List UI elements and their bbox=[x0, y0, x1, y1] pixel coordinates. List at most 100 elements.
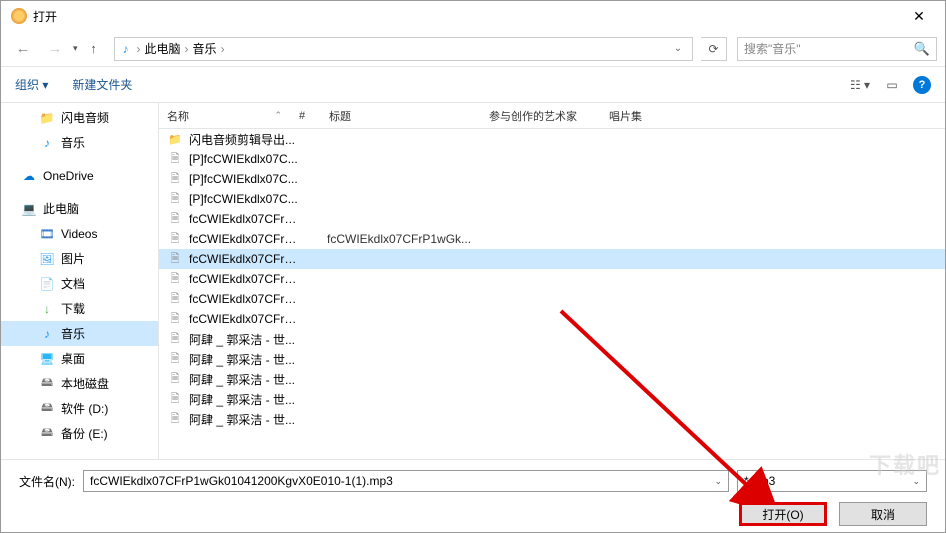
chevron-right-icon: › bbox=[133, 42, 145, 56]
tree-label: 文档 bbox=[61, 275, 85, 292]
organize-button[interactable]: 组织 ▾ bbox=[15, 76, 48, 93]
file-row[interactable]: 🗎 阿肆 _ 郭采洁 - 世... bbox=[159, 329, 945, 349]
tree-label: 音乐 bbox=[61, 325, 85, 342]
tree-label: 此电脑 bbox=[43, 200, 79, 217]
col-title[interactable]: 标题 bbox=[321, 103, 481, 128]
filename-label: 文件名(N): bbox=[19, 473, 75, 490]
col-name[interactable]: 名称⌃ bbox=[159, 103, 291, 128]
newfolder-button[interactable]: 新建文件夹 bbox=[72, 76, 132, 93]
refresh-button[interactable]: ⟳ bbox=[701, 37, 727, 61]
file-name: fcCWIEkdlx07CFrP... bbox=[189, 212, 299, 226]
cancel-button[interactable]: 取消 bbox=[839, 502, 927, 526]
tree-item[interactable]: 🖥 桌面 bbox=[1, 346, 158, 371]
file-name: [P]fcCWIEkdlx07C... bbox=[189, 192, 299, 206]
file-icon: 🗎 bbox=[167, 192, 183, 206]
view-options-icon[interactable]: ☷ ▾ bbox=[849, 75, 871, 95]
column-headers: 名称⌃ # 标题 参与创作的艺术家 唱片集 bbox=[159, 103, 945, 129]
tree-label: Videos bbox=[61, 227, 97, 241]
file-row[interactable]: 🗎fcCWIEkdlx07CFrP... bbox=[159, 249, 945, 269]
tree-label: 闪电音频 bbox=[61, 109, 109, 126]
file-icon: 🗎 bbox=[167, 412, 183, 426]
forward-button[interactable]: → bbox=[41, 36, 69, 62]
close-button[interactable]: ✕ bbox=[897, 2, 941, 30]
file-list: 名称⌃ # 标题 参与创作的艺术家 唱片集 📁 闪电音频剪辑导出... 🗎 [P]fc… bbox=[158, 103, 945, 459]
filetype-filter[interactable]: *.mp3 ⌄ bbox=[737, 470, 927, 492]
file-name: 阿肆 _ 郭采洁 - 世... bbox=[189, 371, 299, 388]
file-row[interactable]: 🗎fcCWIEkdlx07CFrP... bbox=[159, 209, 945, 229]
search-icon[interactable]: 🔍 bbox=[914, 41, 930, 57]
file-name: 阿肆 _ 郭采洁 - 世... bbox=[189, 331, 299, 348]
file-row[interactable]: 🗎[P]fcCWIEkdlx07C... bbox=[159, 149, 945, 169]
video-icon: 🎞 bbox=[39, 227, 55, 241]
tree-label: 图片 bbox=[61, 250, 85, 267]
tree-item[interactable]: ☁OneDrive bbox=[1, 163, 158, 188]
file-row[interactable]: 🗎fcCWIEkdlx07CFrP... bbox=[159, 269, 945, 289]
open-button[interactable]: 打开(O) bbox=[739, 502, 827, 526]
tree-label: 桌面 bbox=[61, 350, 85, 367]
tree-label: 软件 (D:) bbox=[61, 400, 108, 417]
breadcrumb-dropdown-icon[interactable]: ⌄ bbox=[668, 38, 688, 60]
file-name: [P]fcCWIEkdlx07C... bbox=[189, 172, 299, 186]
file-row[interactable]: 🗎阿肆 _ 郭采洁 - 世... bbox=[159, 369, 945, 389]
preview-pane-icon[interactable]: ▭ bbox=[881, 75, 903, 95]
file-icon: 🗎 bbox=[167, 232, 183, 246]
file-row[interactable]: 🗎fcCWIEkdlx07CFrP... bbox=[159, 309, 945, 329]
file-row[interactable]: 🗎 fcCWIEkdlx07CFrP... fcCWIEkdlx07CFrP1wGk… bbox=[159, 229, 945, 249]
file-row[interactable]: 🗎[P]fcCWIEkdlx07C... bbox=[159, 169, 945, 189]
filename-dropdown-icon[interactable]: ⌄ bbox=[714, 476, 722, 487]
filename-input[interactable]: fcCWIEkdlx07CFrP1wGk01041200KgvX0E010-1(… bbox=[83, 470, 729, 492]
file-name: 闪电音频剪辑导出... bbox=[189, 131, 299, 148]
file-icon: 🗎 bbox=[167, 292, 183, 306]
sort-icon: ⌃ bbox=[274, 110, 282, 121]
file-icon: 🗎 bbox=[167, 352, 183, 366]
col-artist[interactable]: 参与创作的艺术家 bbox=[481, 103, 601, 128]
history-dropdown-icon[interactable]: ▾ bbox=[73, 43, 78, 54]
file-row[interactable]: 🗎 [P]fcCWIEkdlx07C... bbox=[159, 189, 945, 209]
file-row[interactable]: 🗎 fcCWIEkdlx07CFrP... bbox=[159, 289, 945, 309]
file-icon: 🗎 bbox=[167, 332, 183, 346]
window-title: 打开 bbox=[33, 8, 57, 25]
app-icon bbox=[11, 8, 27, 24]
tree-item[interactable]: 🖴备份 (E:) bbox=[1, 421, 158, 446]
tree-item[interactable]: 🖴本地磁盘 bbox=[1, 371, 158, 396]
tree-item[interactable]: 🖼图片 bbox=[1, 246, 158, 271]
file-row[interactable]: 🗎 阿肆 _ 郭采洁 - 世... bbox=[159, 409, 945, 429]
file-icon: 🗎 bbox=[167, 312, 183, 326]
desk-icon: 🖥 bbox=[39, 352, 55, 366]
file-name: 阿肆 _ 郭采洁 - 世... bbox=[189, 411, 299, 428]
filename-value: fcCWIEkdlx07CFrP1wGk01041200KgvX0E010-1(… bbox=[90, 474, 393, 488]
folder-icon: 📁 bbox=[167, 132, 183, 146]
file-title: fcCWIEkdlx07CFrP1wGk... bbox=[327, 232, 471, 246]
file-name: fcCWIEkdlx07CFrP... bbox=[189, 292, 299, 306]
back-button[interactable]: ← bbox=[9, 36, 37, 62]
chevron-right-icon: › bbox=[217, 42, 229, 56]
file-icon: 🗎 bbox=[167, 392, 183, 406]
tree-label: 备份 (E:) bbox=[61, 425, 108, 442]
breadcrumb[interactable]: ♪ › 此电脑 › 音乐 › ⌄ bbox=[114, 37, 693, 61]
col-album[interactable]: 唱片集 bbox=[601, 103, 681, 128]
tree-item[interactable]: ♪ 音乐 bbox=[1, 321, 158, 346]
search-input[interactable]: 搜索"音乐" 🔍 bbox=[737, 37, 937, 61]
file-row[interactable]: 🗎阿肆 _ 郭采洁 - 世... bbox=[159, 349, 945, 369]
col-number[interactable]: # bbox=[291, 103, 321, 128]
breadcrumb-folder[interactable]: 音乐 bbox=[193, 40, 217, 57]
tree-item[interactable]: 📁闪电音频 bbox=[1, 105, 158, 130]
music-icon: ♪ bbox=[39, 327, 55, 341]
tree-item[interactable]: 💻 此电脑 bbox=[1, 196, 158, 221]
pc-icon: 💻 bbox=[21, 202, 37, 216]
tree-item[interactable]: 📄文档 bbox=[1, 271, 158, 296]
help-icon[interactable]: ? bbox=[913, 76, 931, 94]
file-name: fcCWIEkdlx07CFrP... bbox=[189, 232, 299, 246]
file-icon: 🗎 bbox=[167, 252, 183, 266]
filter-dropdown-icon[interactable]: ⌄ bbox=[912, 476, 920, 487]
file-row[interactable]: 📁 闪电音频剪辑导出... bbox=[159, 129, 945, 149]
tree-item[interactable]: 🖴软件 (D:) bbox=[1, 396, 158, 421]
file-row[interactable]: 🗎阿肆 _ 郭采洁 - 世... bbox=[159, 389, 945, 409]
tree-item[interactable]: ♪音乐 bbox=[1, 130, 158, 155]
breadcrumb-root[interactable]: 此电脑 bbox=[145, 40, 181, 57]
up-button[interactable]: ↑ bbox=[82, 36, 106, 62]
titlebar: 打开 ✕ bbox=[1, 1, 945, 31]
tree-item[interactable]: 🎞 Videos bbox=[1, 221, 158, 246]
music-icon: ♪ bbox=[123, 42, 129, 56]
tree-item[interactable]: ↓下载 bbox=[1, 296, 158, 321]
